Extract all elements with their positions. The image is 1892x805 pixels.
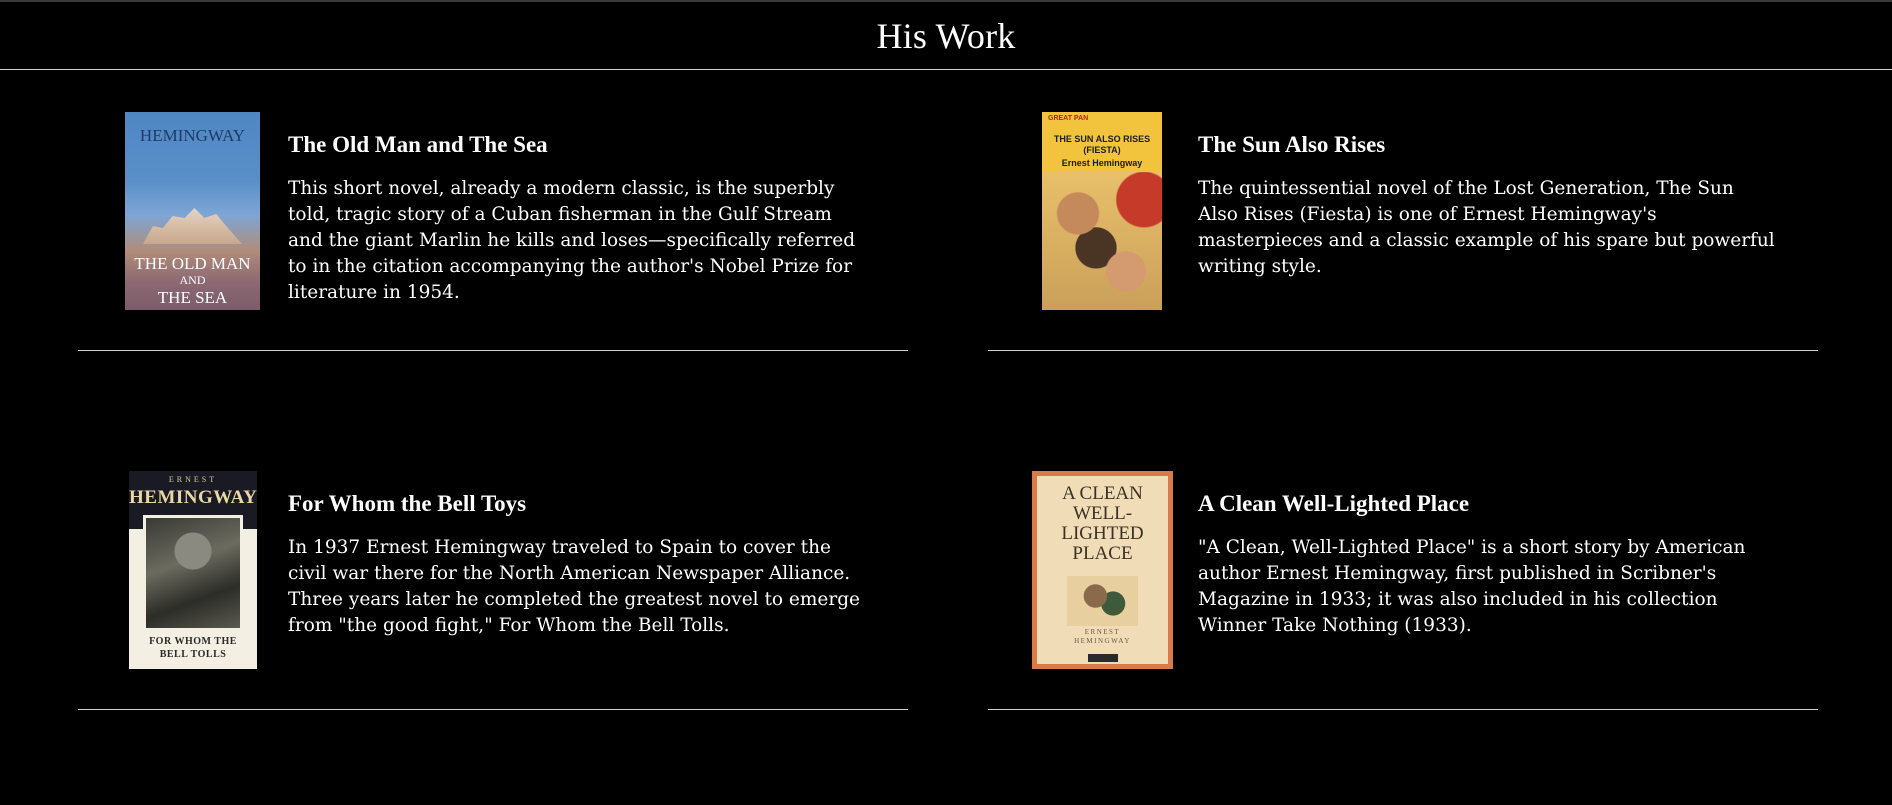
book-info: The Old Man and The Sea This short novel… bbox=[288, 132, 868, 306]
card-divider bbox=[78, 350, 908, 351]
cover-title-text: THE OLD MAN AND THE SEA bbox=[134, 254, 251, 307]
book-info: For Whom the Bell Toys In 1937 Ernest He… bbox=[288, 491, 868, 639]
book-cover-image[interactable]: ERNEST HEMINGWAY FOR WHOM THE BELL TOLLS bbox=[129, 471, 257, 669]
book-card-clean-well-lighted-place: A CLEAN WELL- LIGHTED PLACE ERNEST HEMIN… bbox=[988, 435, 1818, 710]
cover-title-text: FOR WHOM THE BELL TOLLS bbox=[149, 636, 237, 660]
cover-author-text: Ernest Hemingway bbox=[1061, 158, 1143, 168]
book-cover-image[interactable]: A CLEAN WELL- LIGHTED PLACE ERNEST HEMIN… bbox=[1032, 471, 1173, 669]
book-title[interactable]: The Old Man and The Sea bbox=[288, 132, 868, 158]
book-info: A Clean Well-Lighted Place "A Clean, Wel… bbox=[1198, 491, 1778, 639]
book-description: This short novel, already a modern class… bbox=[288, 178, 856, 303]
book-card-old-man-and-the-sea: HEMINGWAY THE OLD MAN AND THE SEA The Ol… bbox=[78, 76, 908, 351]
card-divider bbox=[78, 709, 908, 710]
cover-series-text: GREAT PAN bbox=[1048, 115, 1089, 122]
publisher-logo bbox=[1087, 654, 1118, 662]
book-description: The quintessential novel of the Lost Gen… bbox=[1198, 178, 1775, 277]
cover-author-firstname: ERNEST bbox=[168, 475, 218, 484]
page-header: His Work bbox=[0, 2, 1892, 70]
book-card-sun-also-rises: GREAT PAN THE SUN ALSO RISES (FIESTA) Er… bbox=[988, 76, 1818, 351]
page-title: His Work bbox=[876, 15, 1016, 56]
cover-town-illustration bbox=[143, 208, 242, 244]
book-title[interactable]: For Whom the Bell Toys bbox=[288, 491, 868, 517]
cover-illustration bbox=[1042, 172, 1162, 310]
book-cover-image[interactable]: HEMINGWAY THE OLD MAN AND THE SEA bbox=[125, 112, 260, 310]
cover-title-text: A CLEAN WELL- LIGHTED PLACE bbox=[1061, 483, 1144, 564]
cover-author-lastname: HEMINGWAY bbox=[129, 487, 257, 508]
cover-author-text: ERNEST HEMINGWAY bbox=[1074, 628, 1131, 645]
book-title[interactable]: A Clean Well-Lighted Place bbox=[1198, 491, 1778, 517]
book-description: "A Clean, Well-Lighted Place" is a short… bbox=[1198, 537, 1746, 636]
cover-illustration bbox=[143, 515, 243, 631]
card-divider bbox=[988, 709, 1818, 710]
book-card-for-whom-the-bell-tolls: ERNEST HEMINGWAY FOR WHOM THE BELL TOLLS… bbox=[78, 435, 908, 710]
card-divider bbox=[988, 350, 1818, 351]
book-info: The Sun Also Rises The quintessential no… bbox=[1198, 132, 1778, 280]
book-description: In 1937 Ernest Hemingway traveled to Spa… bbox=[288, 537, 860, 636]
book-cover-image[interactable]: GREAT PAN THE SUN ALSO RISES (FIESTA) Er… bbox=[1042, 112, 1162, 310]
cover-illustration bbox=[1067, 576, 1138, 626]
cover-author-text: HEMINGWAY bbox=[139, 126, 246, 145]
book-title[interactable]: The Sun Also Rises bbox=[1198, 132, 1778, 158]
cover-title-text: THE SUN ALSO RISES (FIESTA) bbox=[1053, 134, 1151, 155]
